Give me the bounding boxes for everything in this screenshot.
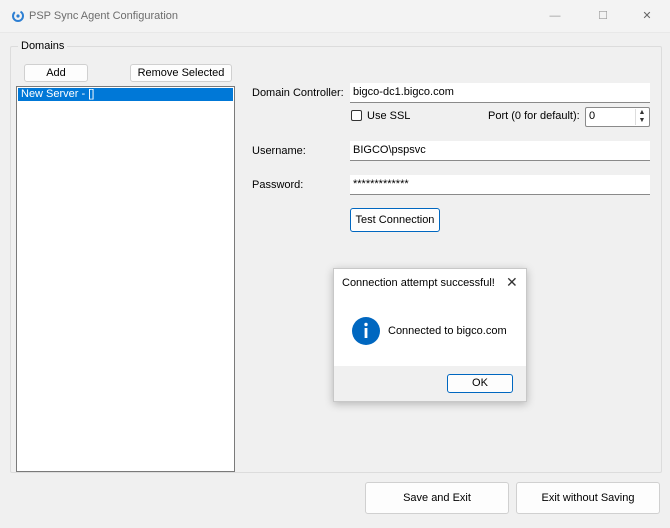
port-stepper[interactable]: 0 ▲ ▼ — [585, 107, 650, 127]
main-window: PSP Sync Agent Configuration — ☐ ✕ Domai… — [0, 0, 670, 528]
remove-selected-button[interactable]: Remove Selected — [130, 64, 232, 82]
domain-controller-label: Domain Controller: — [252, 87, 344, 99]
username-field[interactable]: BIGCO\pspsvc — [350, 141, 650, 161]
use-ssl-checkbox[interactable] — [351, 110, 362, 121]
exit-without-saving-button[interactable]: Exit without Saving — [516, 482, 660, 514]
domains-group-label: Domains — [18, 40, 68, 52]
port-spin-buttons[interactable]: ▲ ▼ — [635, 109, 648, 125]
sync-app-icon — [12, 10, 24, 22]
dialog-message: Connected to bigco.com — [388, 325, 507, 337]
server-list-item[interactable]: New Server - [] — [18, 88, 233, 101]
close-button[interactable]: ✕ — [624, 0, 670, 32]
port-label: Port (0 for default): — [488, 110, 580, 122]
use-ssl-label[interactable]: Use SSL — [367, 110, 410, 122]
add-domain-button[interactable]: Add — [24, 64, 88, 82]
spin-up-icon[interactable]: ▲ — [638, 109, 646, 116]
username-label: Username: — [252, 145, 306, 157]
minimize-button[interactable]: — — [532, 0, 578, 32]
dialog-footer: OK — [334, 366, 526, 401]
dialog-title: Connection attempt successful! — [342, 277, 495, 289]
domain-controller-field[interactable]: bigco-dc1.bigco.com — [350, 83, 650, 103]
port-value[interactable]: 0 — [589, 110, 595, 122]
title-bar[interactable]: PSP Sync Agent Configuration — ☐ ✕ — [0, 0, 670, 33]
server-list[interactable]: New Server - [] — [16, 86, 235, 472]
password-field[interactable]: ************* — [350, 175, 650, 195]
save-and-exit-button[interactable]: Save and Exit — [365, 482, 509, 514]
dialog-close-icon[interactable]: ✕ — [506, 274, 518, 291]
test-connection-button[interactable]: Test Connection — [350, 208, 440, 232]
window-title: PSP Sync Agent Configuration — [29, 10, 179, 22]
ok-button[interactable]: OK — [447, 374, 513, 393]
maximize-button[interactable]: ☐ — [580, 0, 626, 32]
info-icon — [352, 317, 380, 345]
spin-down-icon[interactable]: ▼ — [638, 117, 646, 124]
password-label: Password: — [252, 179, 304, 191]
connection-success-dialog: Connection attempt successful! ✕ Connect… — [333, 268, 527, 402]
